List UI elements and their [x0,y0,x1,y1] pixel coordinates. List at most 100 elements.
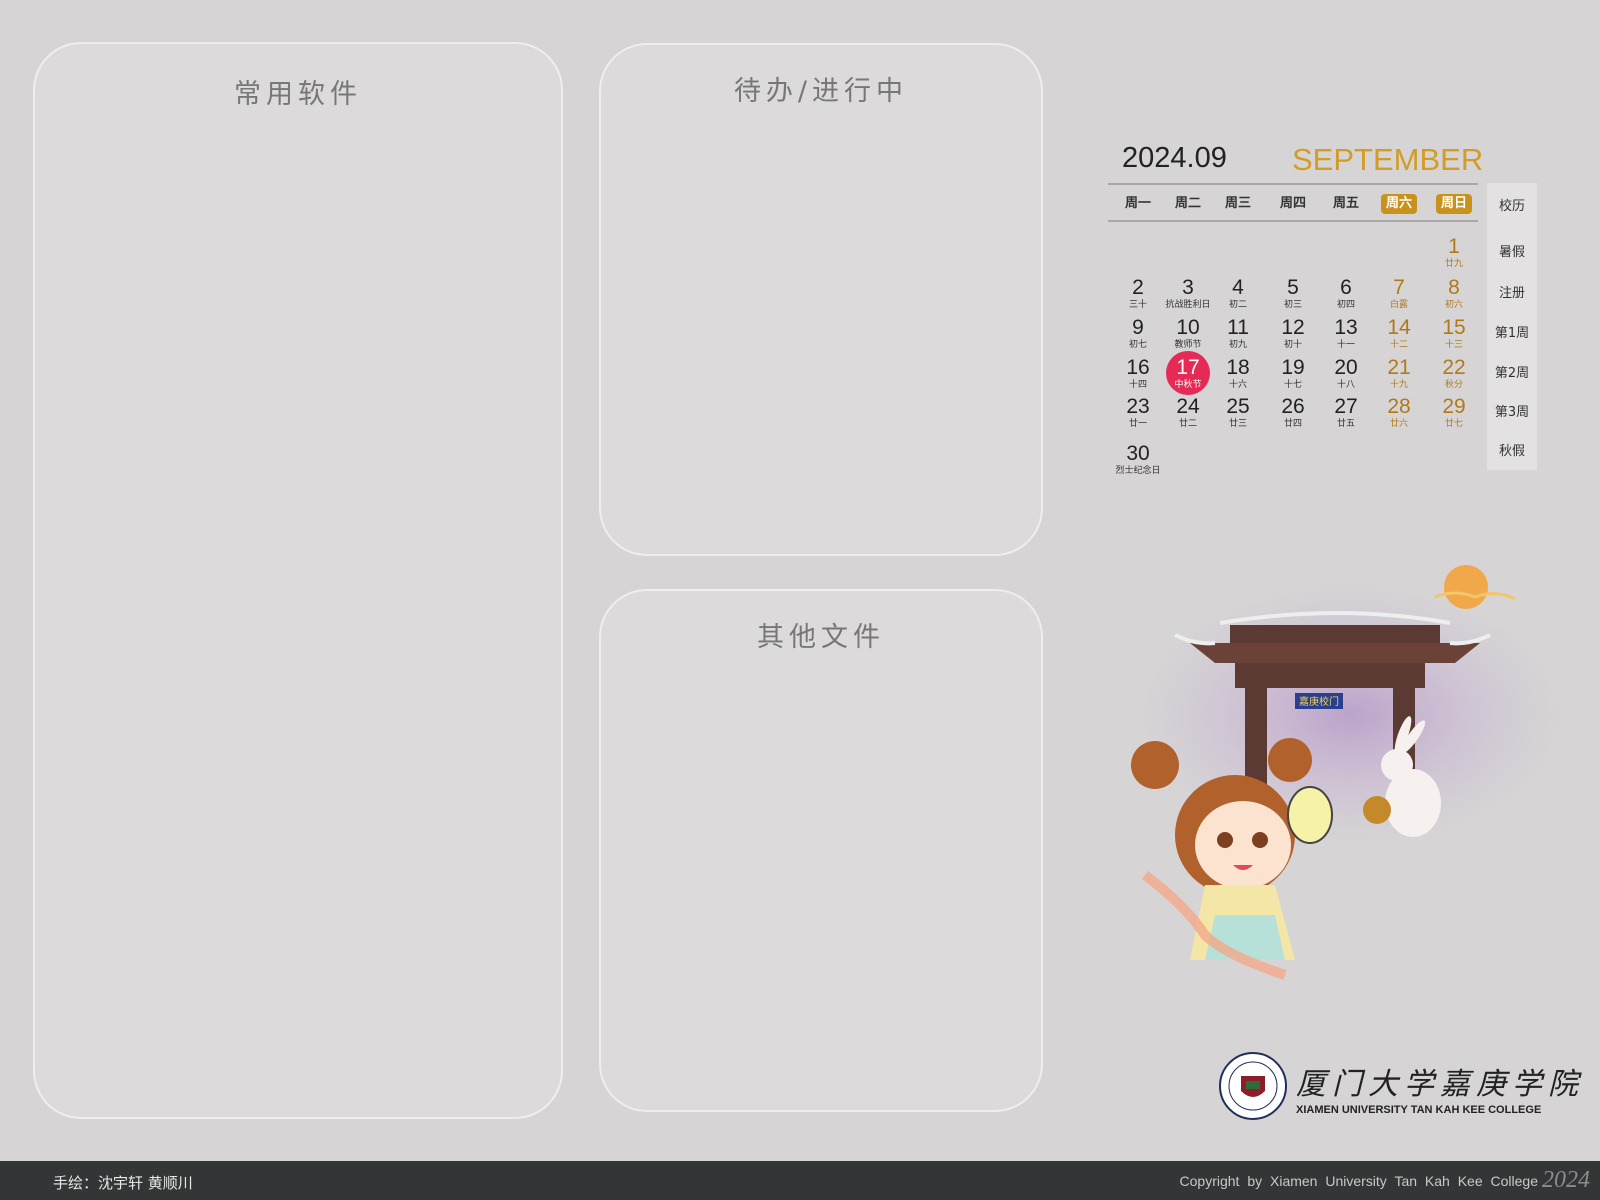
day-lunar-label: 初四 [1336,300,1355,310]
day-number: 15 [1442,316,1466,339]
day-number: 30 [1126,442,1150,465]
footer-year: 2024 [1542,1167,1590,1193]
day-number: 28 [1387,395,1411,418]
other-files-panel-title: 其他文件 [757,622,885,653]
weekday-header-2: 周二 [1174,196,1201,211]
todo-panel-title: 待办/进行中 [733,76,909,107]
calendar-day-15[interactable]: 15 十三 [1424,317,1484,351]
other-files-panel: 其他文件 [599,589,1043,1112]
calendar-day-28[interactable]: 28 廿六 [1369,396,1429,430]
day-lunar-label: 十一 [1336,340,1355,350]
calendar-year-month: 2024.09 [1122,142,1227,174]
day-number: 21 [1387,356,1411,379]
day-number: 4 [1232,276,1244,299]
calendar-day-1[interactable]: 1 廿九 [1424,236,1484,270]
calendar-day-21[interactable]: 21 十九 [1369,357,1429,391]
calendar-day-25[interactable]: 25 廿三 [1208,396,1268,430]
side-item-1: 校历 [1498,199,1525,214]
day-lunar-label: 白露 [1389,300,1408,310]
weekday-header-7: 周日 [1436,194,1472,214]
day-number: 19 [1281,356,1305,379]
side-item-4: 第1周 [1494,326,1530,341]
day-number: 8 [1448,276,1460,299]
calendar-day-19[interactable]: 19 十七 [1263,357,1323,391]
side-item-5: 第2周 [1494,366,1530,381]
day-lunar-label: 十二 [1389,340,1408,350]
day-lunar-label: 初六 [1444,300,1463,310]
footer-credit: 手绘：沈宇轩 黄顺川 [53,1174,193,1192]
day-lunar-label: 廿六 [1389,419,1408,429]
mid-autumn-illustration: 嘉庚校门 [1131,565,1555,980]
college-name-cn: 厦门大学嘉庚学院 [1296,1067,1584,1102]
todo-panel: 待办/进行中 [599,43,1043,556]
day-lunar-label: 秋分 [1444,380,1463,390]
side-item-6: 第3周 [1494,405,1530,420]
day-lunar-label: 廿七 [1444,419,1463,429]
calendar-month-name: SEPTEMBER [1292,142,1484,177]
day-lunar-label: 十九 [1389,380,1408,390]
side-item-7: 秋假 [1498,444,1525,459]
calendar-day-20[interactable]: 20 十八 [1316,357,1376,391]
day-number: 25 [1226,395,1250,418]
calendar-day-11[interactable]: 11 初九 [1208,317,1268,351]
day-lunar-label: 初九 [1228,340,1247,350]
software-panel: 常用软件 [33,42,563,1119]
day-number: 11 [1227,316,1249,339]
day-lunar-label: 廿九 [1444,259,1463,269]
side-item-2: 暑假 [1498,245,1525,260]
day-number: 22 [1442,356,1466,379]
weekday-header-1: 周一 [1124,196,1151,211]
day-number: 27 [1334,395,1358,418]
day-lunar-label: 十七 [1283,380,1302,390]
moon-icon [1444,565,1488,609]
day-lunar-label: 廿四 [1283,419,1302,429]
calendar-day-30[interactable]: 30 烈士纪念日 [1108,443,1168,477]
day-number: 1 [1448,235,1460,258]
footer-copyright: Copyright by Xiamen University Tan Kah K… [1179,1173,1538,1189]
day-lunar-label: 初三 [1283,300,1302,310]
day-number: 20 [1334,356,1358,379]
day-number: 29 [1442,395,1466,418]
day-lunar-label: 十六 [1228,380,1247,390]
gate-plaque: 嘉庚校门 [1299,695,1339,708]
calendar-divider-top [1108,183,1478,185]
calendar-day-18[interactable]: 18 十六 [1208,357,1268,391]
calendar-day-12[interactable]: 12 初十 [1263,317,1323,351]
day-number: 7 [1393,276,1405,299]
day-number: 18 [1226,356,1250,379]
calendar-day-4[interactable]: 4 初二 [1208,277,1268,311]
calendar-day-22[interactable]: 22 秋分 [1424,357,1484,391]
weekday-header-6: 周六 [1381,194,1417,214]
day-lunar-label: 烈士纪念日 [1115,466,1161,476]
calendar-day-5[interactable]: 5 初三 [1263,277,1323,311]
calendar-day-8[interactable]: 8 初六 [1424,277,1484,311]
weekday-header-4: 周四 [1279,196,1306,211]
calendar-day-13[interactable]: 13 十一 [1316,317,1376,351]
calendar-day-29[interactable]: 29 廿七 [1424,396,1484,430]
calendar-day-27[interactable]: 27 廿五 [1316,396,1376,430]
day-lunar-label: 十八 [1336,380,1355,390]
day-number: 13 [1334,316,1358,339]
college-seal-icon [1219,1052,1287,1120]
calendar-day-6[interactable]: 6 初四 [1316,277,1376,311]
side-item-3: 注册 [1498,286,1525,301]
day-number: 12 [1281,316,1305,339]
weekday-header-3: 周三 [1224,196,1251,211]
weekday-header-5: 周五 [1332,196,1359,211]
day-lunar-label: 十三 [1444,340,1463,350]
day-number: 6 [1340,276,1352,299]
day-lunar-label: 初二 [1228,300,1247,310]
day-lunar-label: 初十 [1283,340,1302,350]
calendar-day-14[interactable]: 14 十二 [1369,317,1429,351]
day-lunar-label: 廿三 [1228,419,1247,429]
college-name-en: XIAMEN UNIVERSITY TAN KAH KEE COLLEGE [1296,1104,1542,1116]
calendar-divider-bottom [1108,220,1478,222]
footer-bar: 手绘：沈宇轩 黄顺川 Copyright by Xiamen Universit… [0,1161,1600,1200]
calendar-day-26[interactable]: 26 廿四 [1263,396,1323,430]
day-lunar-label: 廿五 [1336,419,1355,429]
day-number: 14 [1387,316,1411,339]
software-panel-title: 常用软件 [234,79,362,110]
calendar-day-7[interactable]: 7 白露 [1369,277,1429,311]
day-number: 26 [1281,395,1305,418]
day-number: 5 [1287,276,1299,299]
